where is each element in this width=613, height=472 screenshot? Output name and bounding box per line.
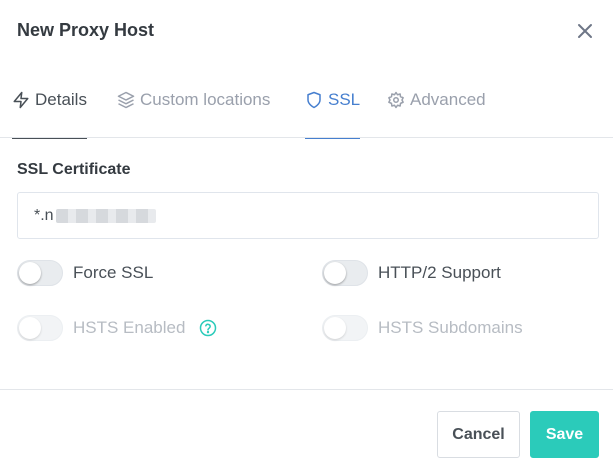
ssl-certificate-select[interactable]: *.n — [17, 192, 599, 239]
http2-support-label: HTTP/2 Support — [378, 263, 501, 282]
force-ssl-toggle[interactable]: Force SSL — [17, 260, 153, 286]
hsts-subdomains-toggle: HSTS Subdomains — [322, 315, 523, 341]
tab-ssl[interactable]: SSL — [305, 62, 361, 139]
gear-icon — [387, 91, 405, 109]
hsts-enabled-label: HSTS Enabled — [73, 318, 186, 337]
http2-support-toggle[interactable]: HTTP/2 Support — [322, 260, 501, 286]
shield-icon — [305, 91, 323, 109]
tab-advanced-label: Advanced — [410, 90, 486, 109]
modal-footer: Cancel Save — [0, 389, 613, 472]
layers-icon — [117, 91, 135, 109]
help-icon[interactable] — [199, 319, 217, 337]
hsts-enabled-toggle: HSTS Enabled — [17, 315, 217, 341]
ssl-certificate-value: *.n — [34, 206, 54, 224]
tab-details-label: Details — [35, 90, 87, 109]
force-ssl-label: Force SSL — [73, 263, 154, 282]
close-icon — [578, 24, 592, 38]
tab-details[interactable]: Details — [12, 62, 87, 139]
redacted-text — [55, 208, 156, 223]
bolt-icon — [12, 91, 30, 109]
ssl-certificate-label: SSL Certificate — [17, 161, 131, 178]
hsts-subdomains-label: HSTS Subdomains — [378, 318, 523, 337]
close-button[interactable] — [574, 20, 596, 42]
tab-bar: Details Custom locations SSL Advanced — [0, 62, 613, 139]
hsts-subdomains-switch — [322, 315, 368, 341]
modal-header: New Proxy Host — [0, 0, 613, 62]
tab-advanced[interactable]: Advanced — [387, 62, 486, 138]
hsts-enabled-switch — [17, 315, 63, 341]
cancel-button[interactable]: Cancel — [437, 411, 520, 458]
tab-ssl-label: SSL — [328, 90, 361, 109]
modal-title: New Proxy Host — [17, 20, 155, 40]
tab-custom-locations-label: Custom locations — [140, 90, 271, 109]
save-button[interactable]: Save — [530, 411, 599, 458]
force-ssl-switch[interactable] — [17, 260, 63, 286]
tab-custom-locations[interactable]: Custom locations — [117, 62, 270, 138]
http2-support-switch[interactable] — [322, 260, 368, 286]
